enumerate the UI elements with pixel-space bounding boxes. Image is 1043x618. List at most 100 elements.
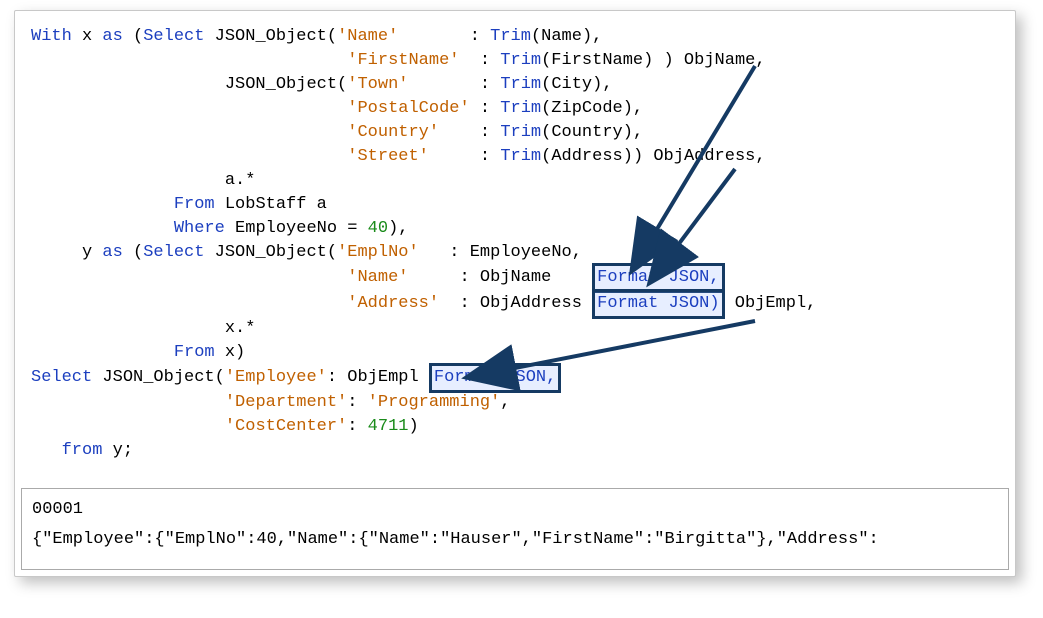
output-json: {"Employee":{"EmplNo":40,"Name":{"Name":… bbox=[32, 525, 998, 555]
code-line: 'PostalCode' : Trim(ZipCode), bbox=[15, 97, 1015, 121]
format-json-highlight: Format JSON) bbox=[592, 289, 724, 319]
code-line: from y; bbox=[15, 439, 1015, 463]
code-token: Trim bbox=[500, 147, 541, 166]
code-token: (Country), bbox=[541, 123, 643, 142]
code-token: Trim bbox=[500, 99, 541, 118]
code-token bbox=[31, 219, 174, 238]
code-card: With x as (Select JSON_Object('Name' : T… bbox=[14, 10, 1016, 577]
code-line: 'FirstName' : Trim(FirstName) ) ObjName, bbox=[15, 49, 1015, 73]
code-token: From bbox=[174, 195, 215, 214]
code-token: (City), bbox=[541, 75, 612, 94]
code-token: With bbox=[31, 27, 72, 46]
code-token bbox=[31, 393, 225, 412]
code-token: Trim bbox=[500, 51, 541, 70]
code-line: 'CostCenter': 4711) bbox=[15, 415, 1015, 439]
code-line: 'Department': 'Programming', bbox=[15, 391, 1015, 415]
output-header: 00001 bbox=[32, 495, 998, 525]
code-token: , bbox=[500, 393, 510, 412]
code-line: 'Name' : ObjName Format JSON, bbox=[15, 265, 1015, 291]
code-token: 'Programming' bbox=[368, 393, 501, 412]
code-token: 'Address' bbox=[347, 294, 439, 313]
code-token: x bbox=[72, 27, 103, 46]
code-token: EmployeeNo = bbox=[225, 219, 368, 238]
code-line: Where EmployeeNo = 40), bbox=[15, 217, 1015, 241]
code-token: 'CostCenter' bbox=[225, 417, 347, 436]
code-token: : bbox=[470, 99, 501, 118]
code-token: Select bbox=[31, 368, 92, 387]
code-token: JSON_Object( bbox=[204, 243, 337, 262]
code-token: : ObjEmpl bbox=[327, 368, 429, 387]
code-line: 'Country' : Trim(Country), bbox=[15, 121, 1015, 145]
code-token: 'Country' bbox=[347, 123, 439, 142]
code-token: : bbox=[429, 147, 500, 166]
output-panel: 00001 {"Employee":{"EmplNo":40,"Name":{"… bbox=[21, 488, 1009, 570]
code-token: (ZipCode), bbox=[541, 99, 643, 118]
code-token: as bbox=[102, 27, 122, 46]
code-token: 4711 bbox=[368, 417, 409, 436]
code-token: Trim bbox=[500, 123, 541, 142]
code-token: 'Employee' bbox=[225, 368, 327, 387]
code-token: 'PostalCode' bbox=[347, 99, 469, 118]
code-token: 'FirstName' bbox=[347, 51, 459, 70]
page-stage: With x as (Select JSON_Object('Name' : T… bbox=[0, 0, 1043, 618]
code-token bbox=[31, 343, 174, 362]
code-token bbox=[31, 294, 347, 313]
code-token: 'Street' bbox=[347, 147, 429, 166]
code-token: ) bbox=[408, 417, 418, 436]
code-token bbox=[31, 195, 174, 214]
code-area: With x as (Select JSON_Object('Name' : T… bbox=[15, 11, 1015, 476]
code-token: JSON_Object( bbox=[204, 27, 337, 46]
code-token: Select bbox=[143, 27, 204, 46]
code-token: ObjEmpl, bbox=[725, 294, 817, 313]
code-token: y bbox=[31, 243, 102, 262]
code-token: ), bbox=[388, 219, 408, 238]
code-token: : bbox=[459, 51, 500, 70]
code-token: y; bbox=[102, 441, 133, 460]
code-token: : bbox=[408, 75, 500, 94]
code-line: a.* bbox=[15, 169, 1015, 193]
code-token bbox=[31, 441, 62, 460]
code-token: (Name), bbox=[531, 27, 602, 46]
code-token: : bbox=[439, 123, 500, 142]
code-token: : EmployeeNo, bbox=[419, 243, 582, 262]
code-token: Where bbox=[174, 219, 225, 238]
code-line: With x as (Select JSON_Object('Name' : T… bbox=[15, 25, 1015, 49]
code-token: 'Department' bbox=[225, 393, 347, 412]
code-token: 'Name' bbox=[337, 27, 398, 46]
code-line: y as (Select JSON_Object('EmplNo' : Empl… bbox=[15, 241, 1015, 265]
code-line: From x) bbox=[15, 341, 1015, 365]
code-token: 'EmplNo' bbox=[337, 243, 419, 262]
code-token: JSON_Object( bbox=[31, 75, 347, 94]
code-token: ( bbox=[123, 27, 143, 46]
code-token: from bbox=[62, 441, 103, 460]
code-token: x) bbox=[215, 343, 246, 362]
code-token: ( bbox=[123, 243, 143, 262]
code-line: Select JSON_Object('Employee': ObjEmpl F… bbox=[15, 365, 1015, 391]
code-token: JSON_Object( bbox=[92, 368, 225, 387]
code-token bbox=[31, 417, 225, 436]
code-token: Select bbox=[143, 243, 204, 262]
code-token bbox=[31, 123, 347, 142]
code-token bbox=[31, 99, 347, 118]
code-line: 'Street' : Trim(Address)) ObjAddress, bbox=[15, 145, 1015, 169]
code-token bbox=[31, 268, 347, 287]
code-token: x.* bbox=[31, 319, 255, 338]
code-token: Trim bbox=[500, 75, 541, 94]
code-token: : ObjAddress bbox=[439, 294, 592, 313]
code-line: x.* bbox=[15, 317, 1015, 341]
code-line: From LobStaff a bbox=[15, 193, 1015, 217]
code-token: a.* bbox=[31, 171, 255, 190]
code-token: 'Name' bbox=[347, 268, 408, 287]
code-token: LobStaff a bbox=[215, 195, 327, 214]
code-token bbox=[31, 147, 347, 166]
code-token: 'Town' bbox=[347, 75, 408, 94]
code-line: JSON_Object('Town' : Trim(City), bbox=[15, 73, 1015, 97]
code-token: From bbox=[174, 343, 215, 362]
code-token: : bbox=[347, 417, 367, 436]
code-token: (FirstName) ) ObjName, bbox=[541, 51, 765, 70]
code-token bbox=[31, 51, 347, 70]
code-token: as bbox=[102, 243, 122, 262]
code-token: : ObjName bbox=[408, 268, 592, 287]
code-token: : bbox=[398, 27, 490, 46]
code-line: 'Address' : ObjAddress Format JSON) ObjE… bbox=[15, 291, 1015, 317]
